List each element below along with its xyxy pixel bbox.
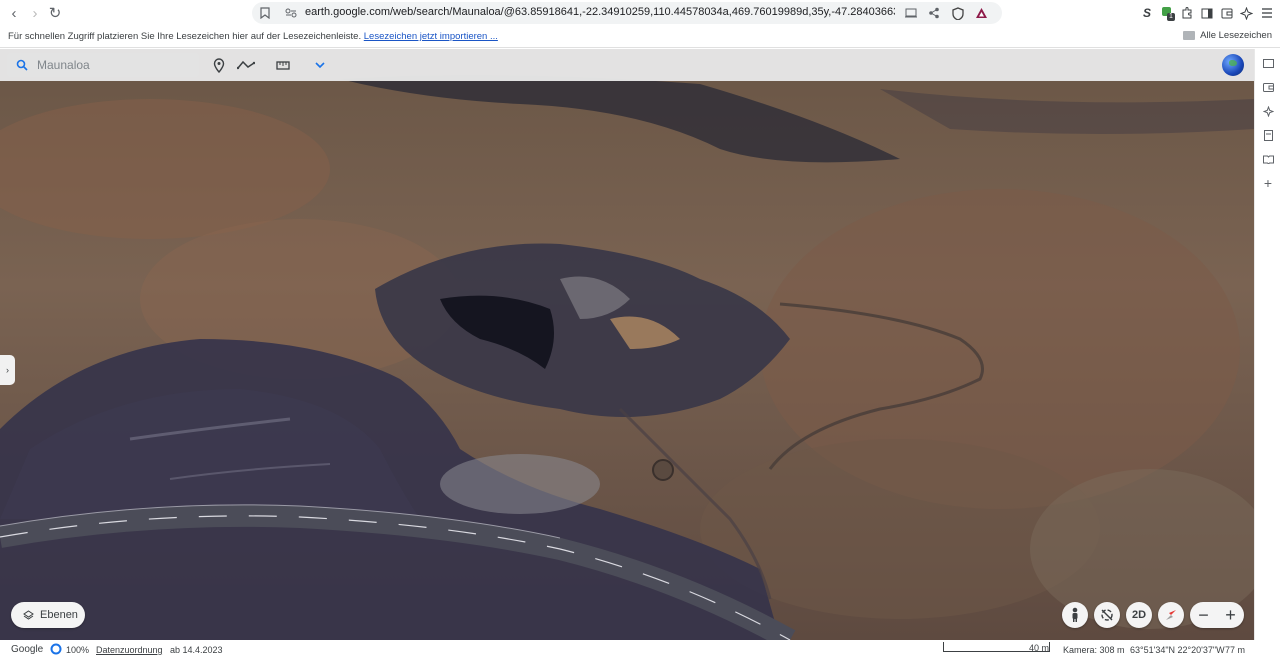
- google-logo: Google: [11, 644, 44, 655]
- earth-viewport[interactable]: Maunaloa › Ebenen 2D − +: [0, 49, 1254, 640]
- extension-s-icon[interactable]: S: [1139, 5, 1155, 21]
- rail-wallet-icon[interactable]: [1262, 81, 1274, 93]
- forward-icon[interactable]: ›: [26, 4, 44, 22]
- pegman-icon: [1072, 607, 1078, 622]
- terrain-imagery[interactable]: [0, 49, 1254, 640]
- coordinates: 63°51'34"N 22°20'37"W: [1130, 645, 1225, 655]
- import-bookmarks-link[interactable]: Lesezeichen jetzt importieren ...: [364, 31, 498, 42]
- layers-button[interactable]: Ebenen: [11, 602, 85, 628]
- all-bookmarks-button[interactable]: Alle Lesezeichen: [1183, 30, 1272, 41]
- chevron-right-icon: ›: [6, 365, 9, 375]
- tilt-icon: [1101, 609, 1113, 621]
- attribution-link[interactable]: Datenzuordnung: [96, 645, 163, 655]
- zoom-out-button[interactable]: −: [1190, 602, 1217, 628]
- path-icon[interactable]: [236, 56, 256, 74]
- ruler-icon[interactable]: [274, 56, 292, 74]
- brave-shield-icon[interactable]: [950, 5, 966, 21]
- quality-indicator-icon: [50, 643, 62, 657]
- cast-icon[interactable]: [903, 5, 919, 21]
- reload-icon[interactable]: ↻: [46, 4, 64, 22]
- compass-button[interactable]: [1158, 602, 1184, 628]
- leo-ai-icon[interactable]: [1238, 5, 1254, 21]
- chevron-down-icon[interactable]: [311, 56, 329, 74]
- earth-toolbar: Maunaloa: [0, 49, 1254, 81]
- place-marker-icon[interactable]: [210, 56, 228, 74]
- folder-icon: [1183, 31, 1196, 40]
- rail-reading-list-icon[interactable]: [1262, 153, 1274, 165]
- expand-panel-tab[interactable]: ›: [0, 355, 15, 385]
- rail-leo-icon[interactable]: [1262, 105, 1274, 117]
- rail-add-icon[interactable]: +: [1262, 175, 1274, 191]
- globe-icon[interactable]: [1222, 54, 1244, 76]
- search-input[interactable]: Maunaloa: [37, 58, 90, 72]
- camera-altitude: Kamera: 308 m: [1063, 645, 1125, 655]
- layers-label: Ebenen: [40, 609, 78, 621]
- url-text[interactable]: earth.google.com/web/search/Maunaloa/@63…: [305, 6, 895, 18]
- elevation: 77 m: [1225, 645, 1246, 655]
- compass-icon: [1166, 610, 1176, 620]
- extension-badge: 1: [1169, 13, 1173, 20]
- all-bookmarks-label: Alle Lesezeichen: [1200, 30, 1272, 41]
- browser-sidebar-rail: +: [1254, 49, 1280, 652]
- extensions-puzzle-icon[interactable]: [1179, 5, 1195, 21]
- bookmarks-bar: Für schnellen Zugriff platzieren Sie Ihr…: [0, 26, 1280, 48]
- wallet-icon[interactable]: [1219, 5, 1235, 21]
- quality-label: 100%: [66, 645, 90, 655]
- rail-tab-icon[interactable]: [1262, 57, 1274, 69]
- scale-label: 40 m: [1029, 643, 1050, 653]
- search-field[interactable]: Maunaloa: [7, 53, 199, 77]
- bookmark-icon[interactable]: [257, 5, 273, 21]
- zoom-controls: − +: [1190, 602, 1244, 628]
- layers-icon: [23, 609, 34, 620]
- menu-icon[interactable]: [1259, 5, 1275, 21]
- search-icon: [16, 59, 28, 71]
- rewards-icon[interactable]: [973, 5, 989, 21]
- view-mode-button[interactable]: 2D: [1126, 602, 1152, 628]
- bookmark-hint-text: Für schnellen Zugriff platzieren Sie Ihr…: [8, 31, 362, 42]
- earth-status-bar: Google 100% Datenzuordnung ab 14.4.2023 …: [0, 640, 1280, 659]
- tilt-button[interactable]: [1094, 602, 1120, 628]
- bookmark-hint: Für schnellen Zugriff platzieren Sie Ihr…: [8, 31, 498, 42]
- browser-toolbar: ‹ › ↻ earth.google.com/web/search/Maunal…: [0, 0, 1280, 26]
- back-icon[interactable]: ‹: [5, 4, 23, 22]
- rail-bookmarks-icon[interactable]: [1262, 129, 1274, 141]
- pegman-button[interactable]: [1062, 602, 1088, 628]
- sidebar-toggle-icon[interactable]: [1199, 5, 1215, 21]
- imagery-date: ab 14.4.2023: [170, 645, 223, 655]
- share-icon[interactable]: [926, 5, 942, 21]
- zoom-in-button[interactable]: +: [1217, 602, 1244, 628]
- site-info-icon[interactable]: [283, 5, 299, 21]
